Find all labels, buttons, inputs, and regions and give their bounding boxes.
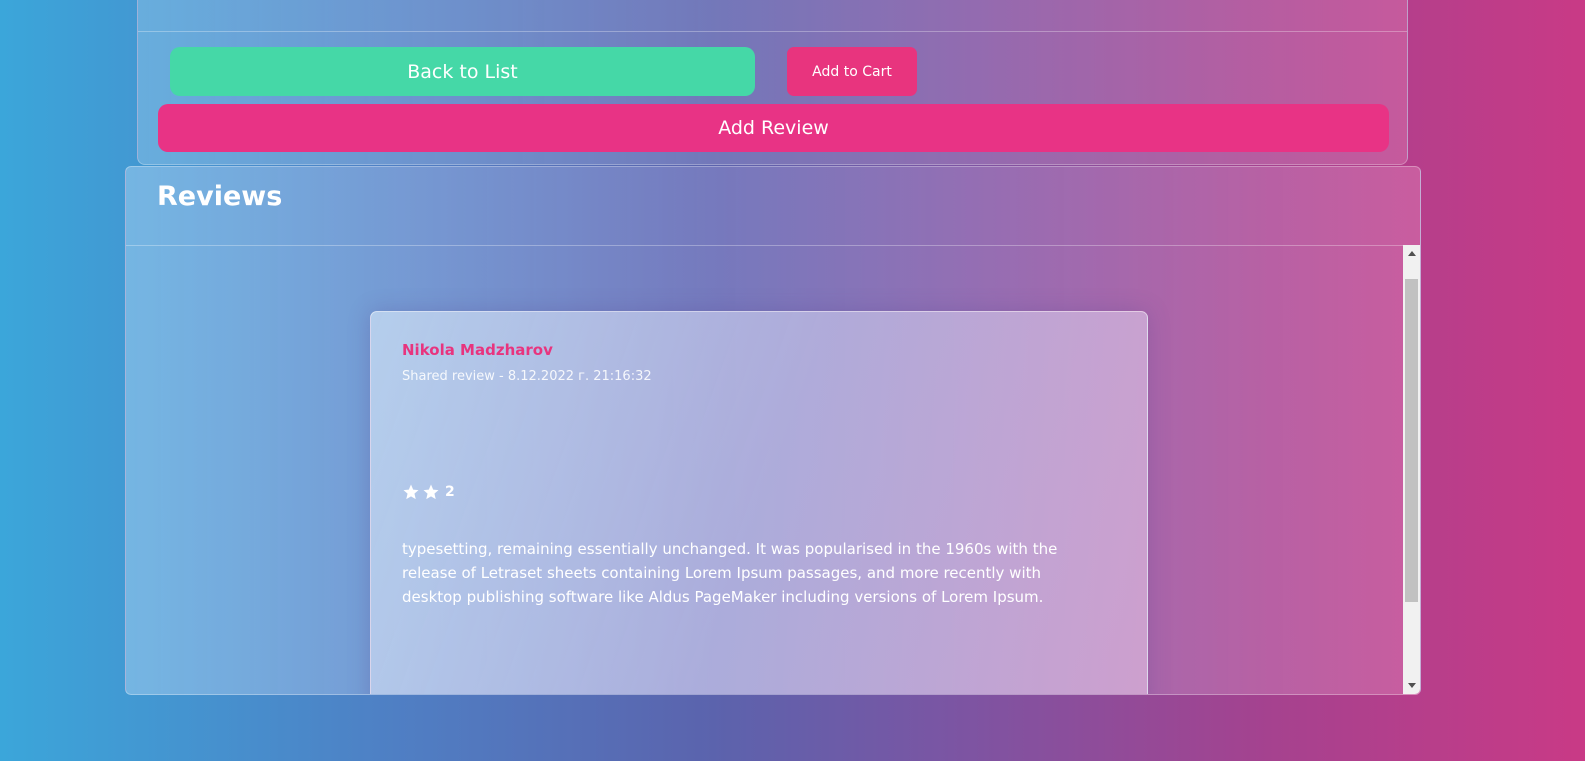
review-card: Nikola Madzharov Shared review - 8.12.20…: [370, 311, 1148, 694]
add-review-button[interactable]: Add Review: [158, 104, 1389, 152]
add-to-cart-button[interactable]: Add to Cart: [787, 47, 917, 96]
back-to-list-button[interactable]: Back to List: [170, 47, 755, 96]
star-icon: [402, 483, 420, 501]
review-text: typesetting, remaining essentially uncha…: [402, 540, 1058, 606]
review-rating: 2: [402, 483, 455, 501]
reviews-header: Reviews: [126, 167, 1420, 246]
review-author: Nikola Madzharov: [402, 341, 553, 359]
scrollbar-thumb[interactable]: [1405, 279, 1418, 602]
product-actions-panel: Back to List Add to Cart Add Review: [137, 0, 1408, 165]
reviews-title: Reviews: [157, 181, 283, 212]
divider: [138, 31, 1407, 32]
scroll-up-arrow-icon[interactable]: [1403, 245, 1420, 262]
reviews-panel: Reviews Nikola Madzharov Shared review -…: [125, 166, 1421, 695]
review-meta: Shared review - 8.12.2022 г. 21:16:32: [402, 369, 652, 384]
rating-value: 2: [445, 484, 455, 500]
star-icon: [422, 483, 440, 501]
reviews-scrollbar[interactable]: [1403, 245, 1420, 694]
scroll-down-arrow-icon[interactable]: [1403, 677, 1420, 694]
